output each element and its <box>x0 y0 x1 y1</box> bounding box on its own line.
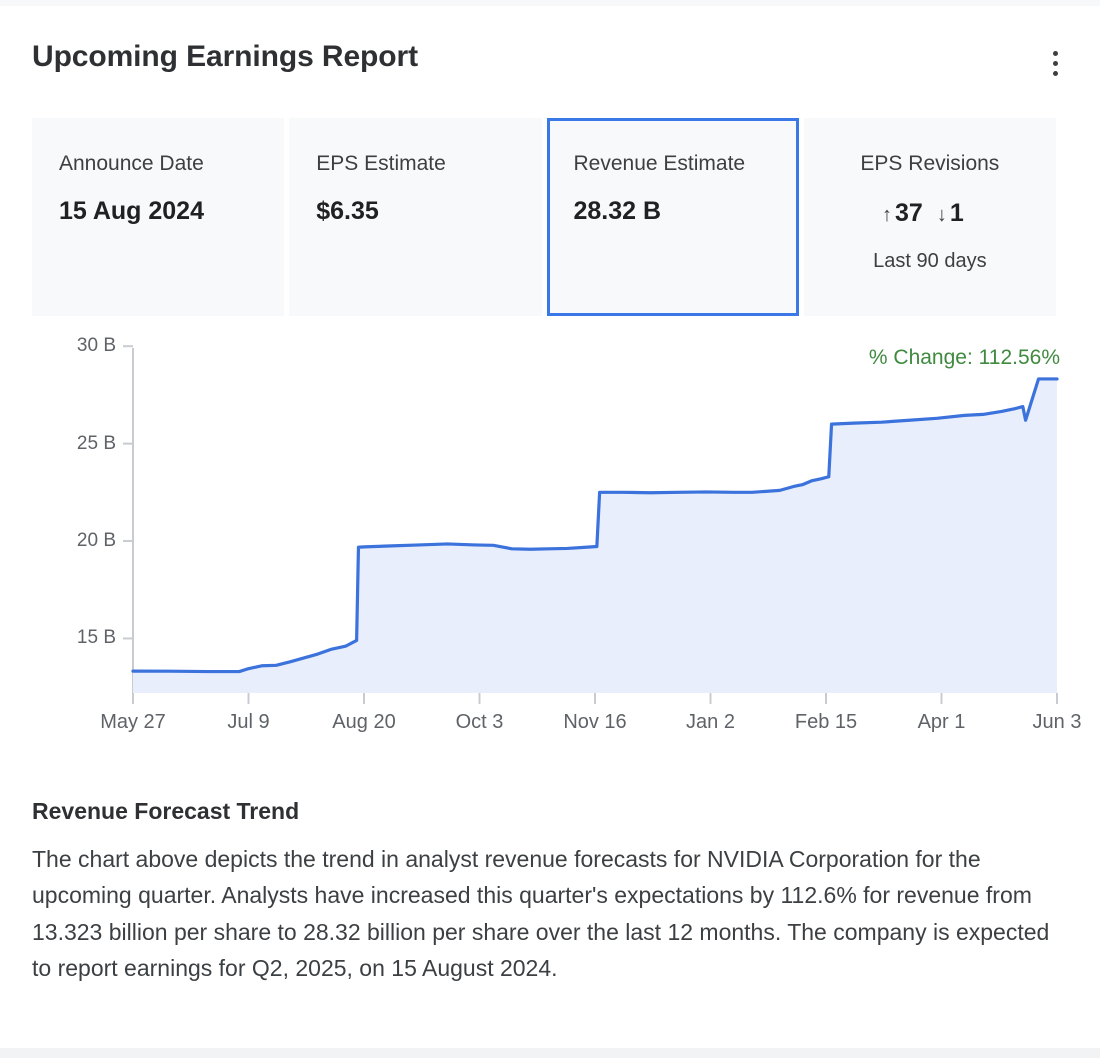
y-axis-tick-label-text: 25 B <box>76 432 116 454</box>
stat-card-eps-estimate[interactable]: EPS Estimate $6.35 <box>289 118 542 316</box>
x-axis-tick-label: May 27 <box>100 711 166 733</box>
stat-card-row: Announce Date 15 Aug 2024 EPS Estimate $… <box>32 118 1056 316</box>
x-axis-tick-label: Feb 15 <box>794 711 858 733</box>
x-axis-tick-label: Jun 3 <box>1032 711 1082 733</box>
stat-label: Revenue Estimate <box>573 152 746 175</box>
kebab-dot <box>1052 50 1058 56</box>
earnings-report-page: Upcoming Earnings Report Announce Date 1… <box>0 0 1100 1058</box>
revenue-forecast-chart: % Change: 112.56% 30 B 25 B 20 B 15 B May 2… <box>0 335 1100 756</box>
page-title: Upcoming Earnings Report <box>32 40 418 73</box>
stat-label: EPS Estimate <box>316 152 446 175</box>
x-axis-tick-label: Oct 3 <box>455 711 504 733</box>
revisions-down-count: 1 <box>949 199 964 228</box>
header: Upcoming Earnings Report <box>32 40 1068 86</box>
x-axis-tick-label: Nov 16 <box>563 711 627 733</box>
kebab-dot <box>1052 60 1058 66</box>
stat-label: Announce Date <box>59 152 204 175</box>
stat-card-eps-revisions[interactable]: EPS Revisions ↑ 37 ↓ 1 Last 90 days <box>803 118 1056 316</box>
chart-plot-area[interactable] <box>0 336 1100 756</box>
revisions-up-count: 37 <box>895 199 923 228</box>
narrative-title: Revenue Forecast Trend <box>32 798 300 824</box>
bottom-strip <box>0 1048 1100 1058</box>
y-axis-tick-label-text: 20 B <box>76 530 116 552</box>
stat-value: $6.35 <box>316 197 379 226</box>
stat-card-announce-date[interactable]: Announce Date 15 Aug 2024 <box>32 118 285 316</box>
chart-svg <box>123 345 1059 704</box>
narrative-section: Revenue Forecast Trend The chart above d… <box>32 798 1060 986</box>
arrow-down-icon: ↓ <box>936 204 947 227</box>
stat-label: EPS Revisions <box>860 152 1000 175</box>
kebab-dot <box>1052 70 1058 76</box>
y-axis-tick-label-text: 30 B <box>76 335 116 357</box>
narrative-body: The chart above depicts the trend in ana… <box>32 846 1050 981</box>
revisions-period-label: Last 90 days <box>873 250 987 273</box>
stat-card-revenue-estimate[interactable]: Revenue Estimate 28.32 B <box>546 118 799 316</box>
x-axis-tick-label: Aug 20 <box>332 711 396 733</box>
kebab-menu-icon[interactable] <box>1042 46 1068 80</box>
arrow-up-icon: ↑ <box>882 204 893 227</box>
y-axis-tick-label-text: 15 B <box>76 627 116 649</box>
x-axis-tick-label: Jan 2 <box>686 711 735 733</box>
x-axis-tick-label: Jul 9 <box>227 711 270 733</box>
report-card: Upcoming Earnings Report Announce Date 1… <box>0 6 1100 1048</box>
x-axis-tick-label: Apr 1 <box>917 711 966 733</box>
chart-area-fill <box>133 378 1057 693</box>
stat-value: 28.32 B <box>573 197 662 226</box>
eps-revisions-counts: ↑ 37 ↓ 1 <box>831 199 1029 228</box>
stat-value: 15 Aug 2024 <box>59 197 204 226</box>
